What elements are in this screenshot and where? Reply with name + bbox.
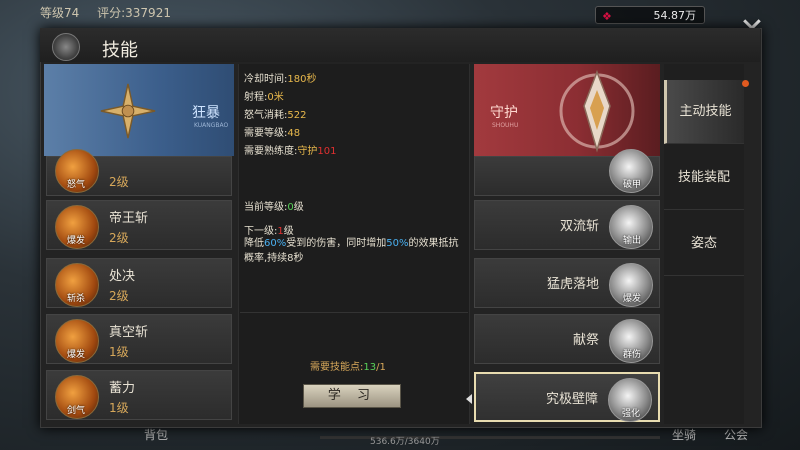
skill-card-left-1[interactable]: 爆发 帝王斩 2级 — [46, 200, 232, 250]
current-level-unit: 级 — [293, 202, 304, 213]
cross-sword-icon — [100, 83, 156, 139]
desc-percent: 50% — [386, 238, 409, 249]
banner-label: 守护 — [490, 105, 518, 121]
next-level-row: 下一级:1级 — [244, 222, 294, 237]
req-level-row: 需要等级:48 — [244, 124, 300, 139]
window-title: 技能 — [102, 40, 138, 61]
skill-level: 2级 — [109, 231, 129, 245]
tab-active-skills[interactable]: 主动技能 — [664, 80, 744, 144]
skill-level: 2级 — [109, 175, 129, 189]
mastery-value: 101 — [317, 146, 337, 157]
skill-name: 究极壁障 — [545, 392, 598, 407]
skill-points-row: 需要技能点:13/1 — [310, 358, 386, 373]
skill-tag: 剑气 — [66, 406, 85, 416]
skill-card-right-2[interactable]: 猛虎落地 爆发 — [474, 258, 660, 308]
skill-tag: 爆发 — [66, 236, 85, 246]
range-label: 射程: — [244, 92, 268, 103]
selection-arrow-icon — [466, 394, 472, 404]
skill-level: 1级 — [109, 401, 129, 415]
skill-tag: 输出 — [622, 236, 641, 246]
skill-tag: 爆发 — [622, 294, 641, 304]
skill-name: 真空斩 — [109, 325, 149, 340]
current-level-row: 当前等级:0级 — [244, 198, 304, 213]
points-have: 13 — [363, 362, 377, 373]
skill-tag: 爆发 — [66, 350, 85, 360]
skill-tag: 破甲 — [622, 180, 641, 190]
points-label: 需要技能点: — [310, 362, 364, 373]
skill-name: 双流斩 — [559, 219, 599, 234]
skill-description: 降低60%受到的伤害，同时增加50%的效果抵抗概率,持续8秒 — [244, 236, 466, 266]
rage-value: 522 — [287, 110, 307, 121]
mastery-label: 需要熟练度: — [244, 146, 298, 157]
banner-sub: SHOUHU — [492, 122, 519, 129]
player-stats: 等级74 评分:337921 — [40, 4, 300, 24]
bag-button[interactable]: 背包 — [144, 426, 168, 443]
tab-skill-equip[interactable]: 技能装配 — [664, 146, 744, 210]
req-level-value: 48 — [287, 128, 301, 139]
skill-level: 1级 — [109, 345, 129, 359]
range-value: 0米 — [267, 92, 284, 103]
skill-name: 猛虎落地 — [546, 277, 599, 292]
skill-card-right-4[interactable]: 究极壁障 强化 — [474, 372, 660, 422]
cooldown-row: 冷却时间:180秒 — [244, 70, 316, 85]
skill-card-left-4[interactable]: 剑气 蓄力 1级 — [46, 370, 232, 420]
cooldown-value: 180秒 — [287, 74, 317, 85]
skill-card-left-3[interactable]: 爆发 真空斩 1级 — [46, 314, 232, 364]
points-need: /1 — [376, 362, 386, 373]
rage-row: 怒气消耗:522 — [244, 106, 306, 121]
skill-tag: 强化 — [621, 409, 640, 419]
banner-label: 狂暴 — [192, 105, 220, 121]
mount-button[interactable]: 坐骑 — [672, 426, 696, 443]
banner-sub: KUANGBAO — [194, 122, 229, 129]
title-bar — [40, 28, 760, 62]
guardian-banner[interactable]: 守护 SHOUHU — [474, 64, 660, 156]
skill-tag: 怒气 — [66, 180, 85, 190]
mastery-row: 需要熟练度:守护101 — [244, 142, 336, 157]
skill-tag: 斩杀 — [66, 294, 85, 304]
gold-display: ❖ 54.87万 — [595, 6, 705, 24]
player-level: 等级74 — [40, 6, 80, 20]
skill-name: 帝王斩 — [109, 211, 149, 226]
tab-stance[interactable]: 姿态 — [664, 212, 744, 276]
currency-icon: ❖ — [602, 10, 612, 23]
notification-dot — [742, 80, 749, 87]
rage-label: 怒气消耗: — [244, 110, 288, 121]
skill-card-right-0[interactable]: 破甲 — [474, 149, 660, 196]
divider — [240, 312, 468, 313]
skill-card-right-1[interactable]: 双流斩 输出 — [474, 200, 660, 250]
skill-name: 处决 — [109, 269, 136, 284]
guardian-emblem-icon — [559, 69, 635, 153]
req-level-label: 需要等级: — [244, 128, 288, 139]
gold-amount: 54.87万 — [653, 9, 697, 22]
learn-button[interactable]: 学 习 — [303, 384, 401, 408]
skill-tag: 群伤 — [622, 350, 641, 360]
desc-part: 降低 — [244, 238, 264, 249]
current-level-label: 当前等级: — [244, 202, 288, 213]
skill-card-left-2[interactable]: 斩杀 处决 2级 — [46, 258, 232, 308]
mastery-name: 守护 — [297, 146, 318, 157]
skill-card-left-0[interactable]: 怒气 2级 — [46, 149, 232, 196]
skill-level: 2级 — [109, 289, 129, 303]
skill-name: 蓄力 — [109, 381, 136, 396]
guild-button[interactable]: 公会 — [724, 426, 748, 443]
player-score: 评分:337921 — [97, 6, 171, 20]
cooldown-label: 冷却时间: — [244, 74, 288, 85]
emblem-icon — [52, 33, 80, 61]
range-row: 射程:0米 — [244, 88, 284, 103]
desc-part: 受到的伤害，同时增加 — [286, 238, 387, 249]
xp-text: 536.6万/3640万 — [370, 437, 440, 447]
skill-name: 献祭 — [572, 333, 599, 348]
skill-card-right-3[interactable]: 献祭 群伤 — [474, 314, 660, 364]
berserk-banner[interactable]: 狂暴 KUANGBAO — [44, 64, 234, 156]
desc-percent: 60% — [264, 238, 287, 249]
